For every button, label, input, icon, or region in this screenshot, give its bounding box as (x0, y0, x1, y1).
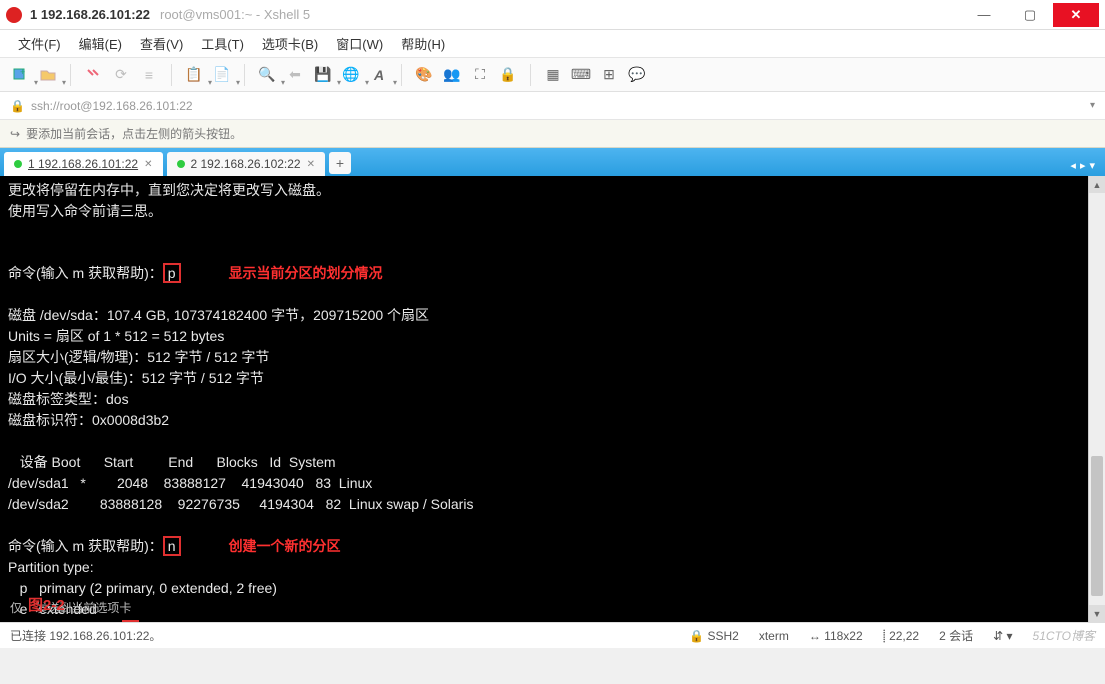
scroll-down-icon[interactable]: ▼ (1089, 605, 1105, 622)
figure-label: 图2-2 (28, 596, 65, 616)
highlight-n: n (163, 536, 181, 556)
security-icon[interactable]: 🔒 (496, 63, 520, 87)
compose-icon[interactable]: 💬 (625, 63, 649, 87)
info-text: 要添加当前会话，点击左侧的箭头按钮。 (26, 125, 242, 142)
tab-label: 1 192.168.26.101:22 (28, 157, 138, 171)
session-tabs: 1 192.168.26.101:22 ✕ 2 192.168.26.102:2… (0, 148, 1105, 176)
menu-bar: 文件(F) 编辑(E) 查看(V) 工具(T) 选项卡(B) 窗口(W) 帮助(… (0, 30, 1105, 58)
menu-edit[interactable]: 编辑(E) (71, 31, 130, 56)
address-dropdown-icon[interactable]: ▾ (1090, 100, 1095, 111)
status-proto: 🔒 SSH2 (689, 629, 739, 643)
paste-icon[interactable]: 📄 (210, 63, 234, 87)
menu-view[interactable]: 查看(V) (132, 31, 191, 56)
app-icon (6, 7, 22, 23)
new-session-icon[interactable]: + (8, 63, 32, 87)
status-pos: ⸽ 22,22 (883, 627, 919, 644)
menu-window[interactable]: 窗口(W) (328, 31, 391, 56)
highlight-p2: p (122, 620, 140, 622)
status-termtype: xterm (759, 629, 789, 643)
address-bar[interactable]: 🔒 ssh://root@192.168.26.101:22 ▾ (0, 92, 1105, 120)
highlight-p: p (163, 263, 181, 283)
reconnect-icon[interactable] (81, 63, 105, 87)
terminal-icon[interactable]: ▦ (541, 63, 565, 87)
copy-icon[interactable]: 📋 (182, 63, 206, 87)
session-tab-1[interactable]: 1 192.168.26.101:22 ✕ (4, 152, 163, 176)
add-arrow-icon[interactable]: ↪ (10, 127, 20, 141)
status-updown-icon[interactable]: ⇵ ▾ (993, 629, 1012, 643)
window-subtitle: root@vms001:~ - Xshell 5 (160, 7, 310, 22)
menu-tools[interactable]: 工具(T) (193, 31, 252, 56)
title-bar: 1 192.168.26.101:22 root@vms001:~ - Xshe… (0, 0, 1105, 30)
lock-icon[interactable]: 👥 (440, 63, 464, 87)
disconnect-icon[interactable]: ⟳ (109, 63, 133, 87)
annotation: 创建一个新的分区 (229, 538, 341, 554)
close-button[interactable]: ✕ (1053, 3, 1099, 27)
status-sessions: 2 会话 (939, 627, 973, 644)
svg-text:+: + (20, 67, 25, 77)
tab-close-icon[interactable]: ✕ (144, 159, 152, 170)
tab-nav[interactable]: ◂▸▾ (1070, 159, 1101, 176)
color-scheme-icon[interactable]: 🎨 (412, 63, 436, 87)
session-tab-2[interactable]: 2 192.168.26.102:22 ✕ (167, 152, 326, 176)
tab-close-icon[interactable]: ✕ (307, 159, 315, 170)
globe-icon[interactable]: 🌐 (339, 63, 363, 87)
open-session-icon[interactable] (36, 63, 60, 87)
terminal[interactable]: 更改将停留在内存中，直到您决定将更改写入磁盘。 使用写入命令前请三思。 命令(输… (0, 176, 1088, 622)
quick-command-icon[interactable]: ⊞ (597, 63, 621, 87)
status-dot-icon (177, 160, 185, 168)
scroll-up-icon[interactable]: ▲ (1089, 176, 1105, 193)
maximize-button[interactable]: ▢ (1007, 3, 1053, 27)
tab-label: 2 192.168.26.102:22 (191, 157, 301, 171)
watermark: 51CTO博客 (1033, 627, 1095, 644)
scrollbar-thumb[interactable] (1091, 456, 1103, 596)
window-title: 1 192.168.26.101:22 (30, 7, 150, 22)
save-icon[interactable]: 💾 (311, 63, 335, 87)
status-dot-icon (14, 160, 22, 168)
minimize-button[interactable]: — (961, 3, 1007, 27)
add-tab-button[interactable]: + (329, 152, 351, 174)
keyboard-icon[interactable]: ⌨ (569, 63, 593, 87)
find-icon[interactable]: 🔍 (255, 63, 279, 87)
status-size: ↔ 118x22 (809, 629, 863, 643)
annotation: 显示当前分区的划分情况 (229, 265, 383, 281)
terminal-wrapper: 更改将停留在内存中，直到您决定将更改写入磁盘。 使用写入命令前请三思。 命令(输… (0, 176, 1105, 622)
properties-icon[interactable]: ≡ (137, 63, 161, 87)
status-bar: 已连接 192.168.26.101:22。 🔒 SSH2 xterm ↔ 11… (0, 622, 1105, 648)
menu-tab[interactable]: 选项卡(B) (254, 31, 326, 56)
font-icon[interactable]: A (367, 63, 391, 87)
lock-small-icon: 🔒 (10, 99, 25, 113)
menu-help[interactable]: 帮助(H) (393, 31, 453, 56)
fullscreen-icon[interactable]: ⛶ (468, 63, 492, 87)
address-url: ssh://root@192.168.26.101:22 (31, 99, 193, 113)
info-bar: ↪ 要添加当前会话，点击左侧的箭头按钮。 (0, 120, 1105, 148)
status-connected: 已连接 192.168.26.101:22。 (10, 627, 161, 644)
back-icon[interactable]: ⬅ (283, 63, 307, 87)
menu-file[interactable]: 文件(F) (10, 31, 69, 56)
scrollbar[interactable]: ▲ ▼ (1088, 176, 1105, 622)
toolbar: + ⟳ ≡ 📋 📄 🔍 ⬅ 💾 🌐 A 🎨 👥 ⛶ 🔒 ▦ ⌨ ⊞ 💬 (0, 58, 1105, 92)
